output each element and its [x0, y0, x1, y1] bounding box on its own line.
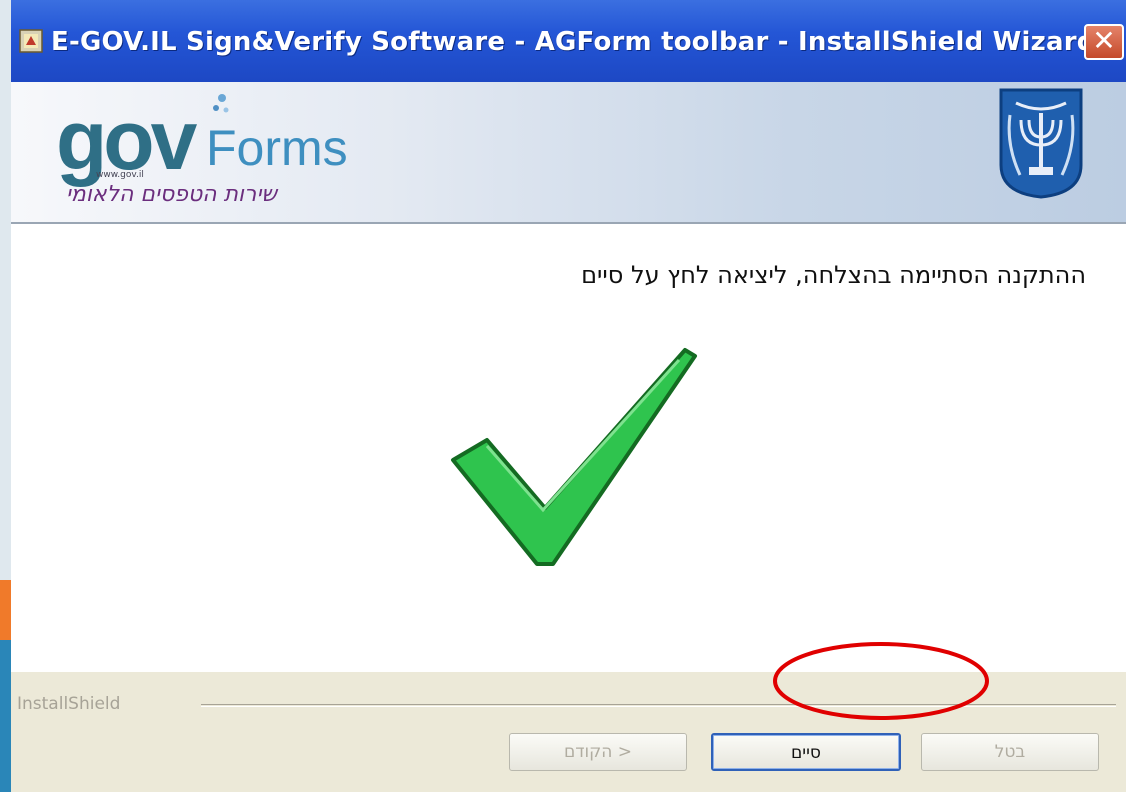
- app-icon: [19, 29, 43, 53]
- close-button[interactable]: ✕: [1084, 24, 1124, 60]
- left-accent-blue: [0, 640, 11, 792]
- checkmark-icon: [451, 348, 697, 566]
- footer-area: [11, 672, 1126, 792]
- back-button[interactable]: < הקודם: [509, 733, 687, 771]
- govforms-logo: gov Forms www.gov.il שירות הטפסים הלאומי: [56, 92, 376, 212]
- left-accent-orange: [0, 580, 11, 640]
- installshield-brand: InstallShield: [17, 694, 121, 714]
- installer-window: E-GOV.IL Sign&Verify Software - AGForm t…: [11, 0, 1126, 792]
- logo-forms-text: Forms: [206, 120, 348, 176]
- logo-subtitle: שירות הטפסים הלאומי: [66, 182, 277, 207]
- header-banner: gov Forms www.gov.il שירות הטפסים הלאומי: [11, 82, 1126, 222]
- completion-message: ההתקנה הסתיימה בהצלחה, ליציאה לחץ על סיי…: [581, 261, 1086, 289]
- title-bar[interactable]: E-GOV.IL Sign&Verify Software - AGForm t…: [11, 0, 1126, 82]
- cancel-button[interactable]: בטל: [921, 733, 1099, 771]
- window-title: E-GOV.IL Sign&Verify Software - AGForm t…: [51, 27, 1096, 57]
- state-emblem-icon: [999, 88, 1083, 199]
- logo-url: www.gov.il: [96, 170, 144, 180]
- finish-button[interactable]: סיים: [711, 733, 901, 771]
- banner-divider: [11, 222, 1126, 224]
- footer-divider: [201, 704, 1116, 707]
